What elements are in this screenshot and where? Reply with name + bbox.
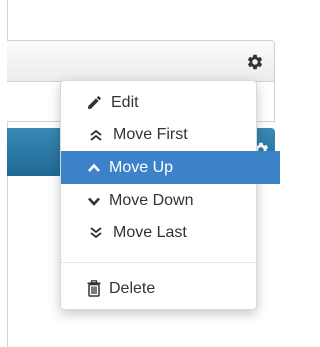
- context-menu: Edit Move First Move Up Move Down Move L…: [60, 80, 280, 310]
- menu-item-label: Move First: [113, 125, 188, 143]
- menu-divider: [61, 262, 256, 263]
- menu-item-edit[interactable]: Edit: [61, 86, 280, 119]
- double-chevron-down-icon: [87, 224, 105, 242]
- pencil-icon: [85, 94, 103, 112]
- menu-item-label: Move Up: [109, 158, 174, 176]
- menu-item-move-up[interactable]: Move Up: [61, 151, 280, 184]
- panel-header: [7, 40, 275, 82]
- menu-item-move-last[interactable]: Move Last: [61, 216, 282, 249]
- menu-item-delete[interactable]: Delete: [61, 272, 280, 305]
- chevron-down-icon: [85, 192, 103, 210]
- menu-item-label: Edit: [111, 93, 139, 111]
- menu-item-label: Move Last: [113, 223, 187, 241]
- chevron-up-icon: [85, 159, 103, 177]
- menu-item-label: Move Down: [109, 191, 194, 209]
- menu-item-move-down[interactable]: Move Down: [61, 184, 280, 217]
- double-chevron-up-icon: [87, 126, 105, 144]
- menu-item-label: Delete: [109, 279, 156, 297]
- menu-item-move-first[interactable]: Move First: [61, 118, 282, 151]
- settings-gear-icon[interactable]: [246, 53, 264, 71]
- trash-icon: [85, 280, 103, 298]
